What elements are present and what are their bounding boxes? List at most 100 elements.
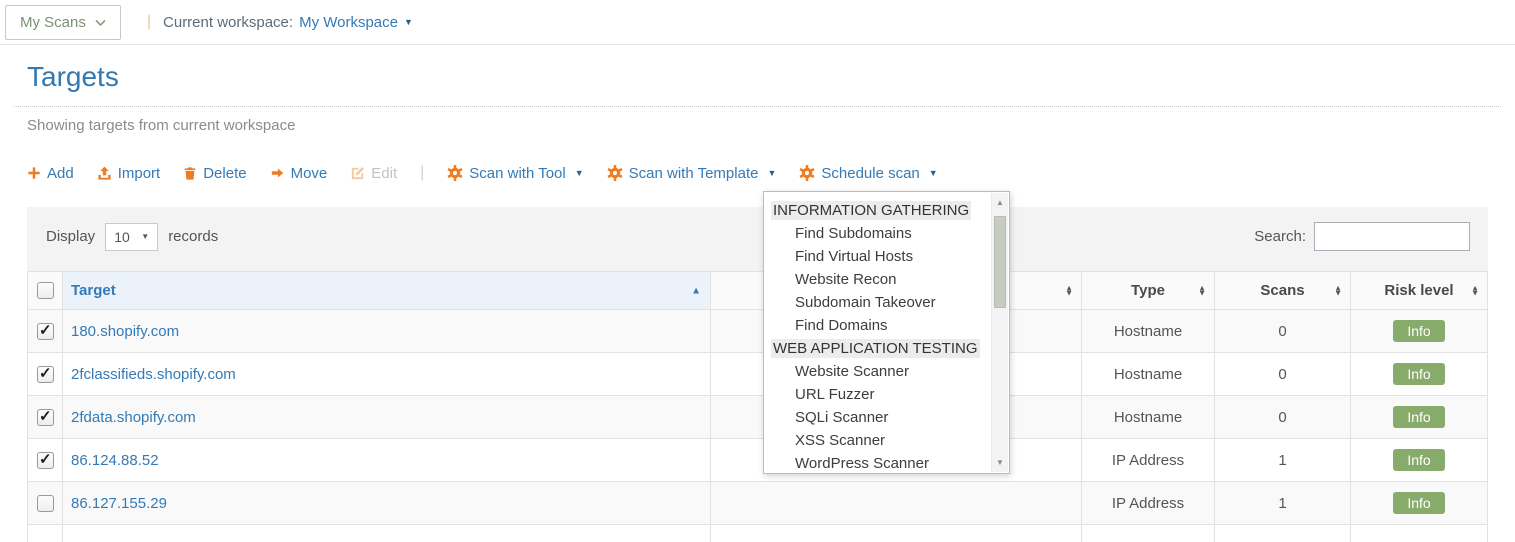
column-header-target[interactable]: Target ▲ (63, 272, 711, 310)
workspace-selector[interactable]: My Workspace ▼ (299, 14, 413, 31)
delete-button[interactable]: Delete (183, 165, 246, 182)
scans-cell: 0 (1215, 396, 1351, 439)
target-link[interactable]: 2fclassifieds.shopify.com (71, 366, 236, 383)
menu-item[interactable]: SQLi Scanner (764, 406, 991, 429)
target-header-label: Target (71, 282, 116, 299)
checkbox-cell: ✓ (28, 439, 63, 482)
table-header-row: Target ▲ ▲▼ Type ▲▼ Scans (28, 272, 1488, 310)
scroll-down-icon[interactable]: ▼ (992, 458, 1008, 467)
current-workspace-label: Current workspace: (163, 14, 293, 31)
target-link[interactable]: 86.124.88.52 (71, 452, 159, 469)
schedule-scan-button[interactable]: Schedule scan ▼ (799, 165, 937, 182)
target-cell: 180.shopify.com (63, 310, 711, 353)
dropdown-scrollbar[interactable]: ▲ ▼ (991, 193, 1008, 472)
menu-item[interactable]: XSS Scanner (764, 429, 991, 452)
risk-cell: Info (1351, 310, 1488, 353)
delete-label: Delete (203, 165, 246, 182)
risk-level-badge: Info (1393, 492, 1444, 514)
scan-with-template-label: Scan with Template (629, 165, 759, 182)
risk-cell: Info (1351, 353, 1488, 396)
arrow-right-icon (270, 166, 285, 180)
table-row-partial (28, 525, 1488, 542)
scan-with-tool-button[interactable]: Scan with Tool ▼ (447, 165, 583, 182)
page-size-value: 10 (114, 229, 130, 245)
menu-group-header: WEB APPLICATION TESTING (764, 337, 991, 360)
move-label: Move (291, 165, 328, 182)
checkbox-cell: ✓ (28, 310, 63, 353)
column-header-risk[interactable]: Risk level ▲▼ (1351, 272, 1488, 310)
toolbar-divider: | (420, 164, 424, 182)
menu-item[interactable]: Subdomain Takeover (764, 291, 991, 314)
target-cell: 2fclassifieds.shopify.com (63, 353, 711, 396)
import-label: Import (118, 165, 161, 182)
schedule-scan-label: Schedule scan (821, 165, 919, 182)
menu-item[interactable]: Website Recon (764, 268, 991, 291)
scans-header-label: Scans (1260, 282, 1304, 299)
row-checkbox[interactable]: ✓ (37, 452, 54, 469)
scans-cell: 1 (1215, 482, 1351, 525)
targets-table-body: ✓180.shopify.comHostname0Info✓2fclassifi… (28, 310, 1488, 542)
target-cell: 2fdata.shopify.com (63, 396, 711, 439)
scan-with-tool-label: Scan with Tool (469, 165, 565, 182)
chevron-down-icon (95, 14, 106, 31)
risk-level-badge: Info (1393, 363, 1444, 385)
menu-group-label: WEB APPLICATION TESTING (771, 339, 980, 358)
column-header-type[interactable]: Type ▲▼ (1082, 272, 1215, 310)
target-cell: 86.127.155.29 (63, 482, 711, 525)
import-button[interactable]: Import (97, 165, 161, 182)
risk-header-label: Risk level (1384, 282, 1453, 299)
row-checkbox[interactable] (37, 495, 54, 512)
menu-item[interactable]: Find Domains (764, 314, 991, 337)
scrollbar-thumb[interactable] (994, 216, 1006, 308)
page-size-select[interactable]: 10 ▼ (105, 223, 158, 251)
display-label: Display (46, 228, 95, 245)
target-link[interactable]: 180.shopify.com (71, 323, 179, 340)
scroll-up-icon[interactable]: ▲ (992, 198, 1008, 207)
caret-down-icon: ▼ (141, 233, 149, 241)
scans-cell: 0 (1215, 353, 1351, 396)
menu-item[interactable]: URL Fuzzer (764, 383, 991, 406)
risk-cell: Info (1351, 396, 1488, 439)
caret-down-icon: ▼ (929, 169, 938, 178)
scan-tools-dropdown: INFORMATION GATHERINGFind SubdomainsFind… (763, 191, 1010, 474)
description-cell (711, 482, 1082, 525)
target-link[interactable]: 86.127.155.29 (71, 495, 167, 512)
my-scans-button[interactable]: My Scans (5, 5, 121, 40)
select-all-checkbox[interactable] (37, 282, 54, 299)
row-checkbox[interactable]: ✓ (37, 323, 54, 340)
targets-table: Target ▲ ▲▼ Type ▲▼ Scans (27, 271, 1488, 542)
move-button[interactable]: Move (270, 165, 328, 182)
caret-down-icon: ▼ (575, 169, 584, 178)
table-row: ✓180.shopify.comHostname0Info (28, 310, 1488, 353)
scan-tools-menu-list: INFORMATION GATHERINGFind SubdomainsFind… (764, 199, 991, 475)
add-button[interactable]: Add (27, 165, 74, 182)
sort-icon: ▲▼ (1334, 285, 1342, 296)
row-checkbox[interactable]: ✓ (37, 366, 54, 383)
sort-icon: ▲▼ (1471, 285, 1479, 296)
menu-item[interactable]: Find Virtual Hosts (764, 245, 991, 268)
row-checkbox[interactable]: ✓ (37, 409, 54, 426)
column-header-scans[interactable]: Scans ▲▼ (1215, 272, 1351, 310)
menu-item[interactable]: WordPress Scanner (764, 452, 991, 475)
edit-button[interactable]: Edit (350, 165, 397, 182)
menu-item[interactable]: Website Scanner (764, 360, 991, 383)
search-label: Search: (1254, 228, 1306, 245)
type-cell: IP Address (1082, 482, 1215, 525)
menu-group-header: INFORMATION GATHERING (764, 199, 991, 222)
pencil-icon (350, 166, 365, 181)
checkbox-cell: ✓ (28, 353, 63, 396)
title-divider (14, 106, 1501, 107)
scan-with-template-button[interactable]: Scan with Template ▼ (607, 165, 777, 182)
page-title: Targets (27, 61, 1487, 93)
sort-icon: ▲▼ (1065, 285, 1073, 296)
search-input[interactable] (1314, 222, 1470, 251)
top-bar: My Scans | Current workspace: My Workspa… (0, 0, 1515, 45)
page-subtitle: Showing targets from current workspace (27, 117, 1487, 134)
scans-cell: 0 (1215, 310, 1351, 353)
menu-item[interactable]: Find Subdomains (764, 222, 991, 245)
gear-icon (607, 165, 623, 181)
select-all-header[interactable] (28, 272, 63, 310)
import-icon (97, 166, 112, 181)
target-link[interactable]: 2fdata.shopify.com (71, 409, 196, 426)
scans-cell: 1 (1215, 439, 1351, 482)
